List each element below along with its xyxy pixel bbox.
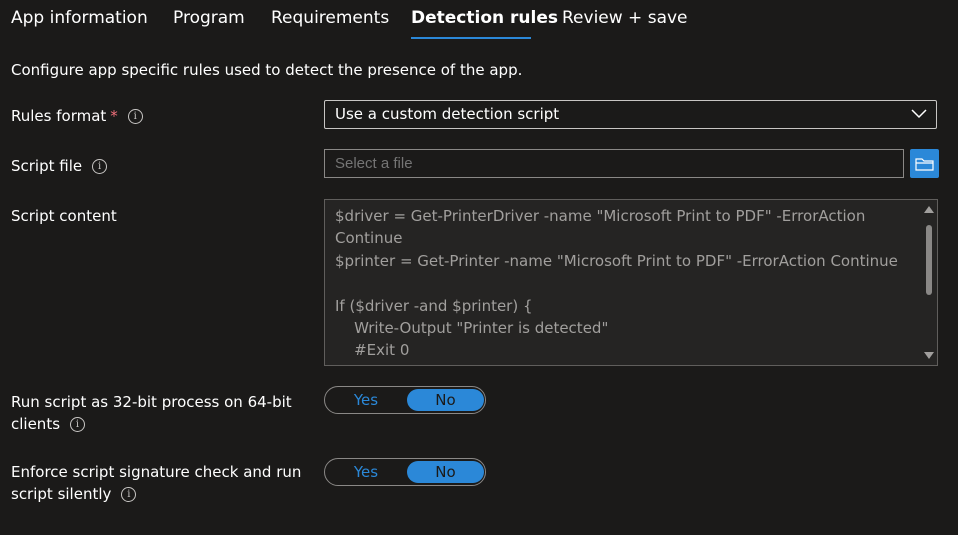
vertical-scrollbar[interactable]	[921, 200, 937, 365]
rules-format-label-row: Rules format * i	[11, 105, 143, 127]
script-file-input[interactable]	[324, 149, 904, 178]
rules-format-label: Rules format	[11, 107, 107, 125]
script-content-text: $driver = Get-PrinterDriver -name "Micro…	[335, 207, 898, 360]
tab-app-information[interactable]: App information	[11, 8, 148, 28]
chevron-down-icon	[911, 109, 927, 119]
scroll-down-arrow-icon[interactable]	[924, 352, 934, 359]
signature-check-label-line2: script silently	[11, 485, 112, 503]
info-icon[interactable]: i	[127, 109, 143, 124]
rules-format-selected-value: Use a custom detection script	[335, 105, 560, 123]
signature-check-toggle[interactable]: Yes No	[324, 458, 486, 486]
script-file-label-row: Script file i	[11, 155, 108, 177]
signature-check-label-line1: Enforce script signature check and run	[11, 463, 302, 481]
scrollbar-thumb[interactable]	[926, 225, 932, 295]
required-indicator: *	[110, 107, 118, 125]
info-icon[interactable]: i	[92, 159, 108, 174]
run-32bit-yes-option[interactable]: Yes	[327, 389, 405, 411]
tab-requirements[interactable]: Requirements	[271, 8, 389, 28]
script-content-textarea[interactable]: $driver = Get-PrinterDriver -name "Micro…	[324, 199, 938, 366]
tab-bar: App information Program Requirements Det…	[0, 0, 958, 40]
info-icon[interactable]: i	[70, 417, 86, 432]
folder-icon	[915, 158, 934, 171]
browse-file-button[interactable]	[910, 149, 939, 178]
tab-review-save[interactable]: Review + save	[562, 8, 688, 28]
run-32bit-label-line2: clients	[11, 415, 61, 433]
tab-detection-rules[interactable]: Detection rules	[411, 8, 558, 28]
run-32bit-no-option[interactable]: No	[407, 389, 484, 411]
page-description: Configure app specific rules used to det…	[11, 61, 523, 79]
signature-check-label: Enforce script signature check and run s…	[11, 461, 301, 505]
rules-format-dropdown[interactable]: Use a custom detection script	[324, 100, 937, 129]
run-32bit-label-line1: Run script as 32-bit process on 64-bit	[11, 393, 292, 411]
script-file-label: Script file	[11, 157, 83, 175]
signature-check-no-option[interactable]: No	[407, 461, 484, 483]
signature-check-yes-option[interactable]: Yes	[327, 461, 405, 483]
tab-program[interactable]: Program	[173, 8, 245, 28]
run-32bit-label: Run script as 32-bit process on 64-bit c…	[11, 391, 292, 435]
scroll-up-arrow-icon[interactable]	[924, 206, 934, 213]
info-icon[interactable]: i	[121, 487, 137, 502]
script-content-label: Script content	[11, 207, 117, 225]
active-tab-indicator	[411, 37, 531, 39]
run-32bit-toggle[interactable]: Yes No	[324, 386, 486, 414]
